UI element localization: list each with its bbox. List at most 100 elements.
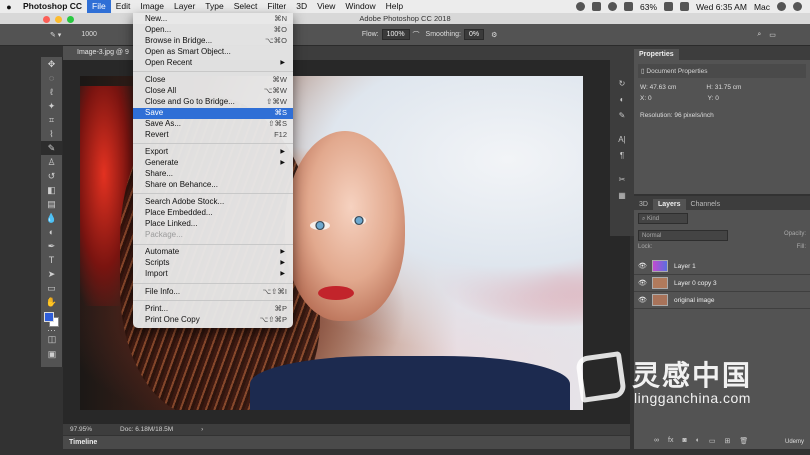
- menu-file[interactable]: File: [87, 0, 111, 13]
- menu-layer[interactable]: Layer: [169, 0, 200, 13]
- history-brush-tool-icon[interactable]: ↺: [41, 169, 62, 183]
- smoothing-input[interactable]: 0%: [463, 29, 485, 40]
- layer-row[interactable]: 👁 Layer 1: [634, 258, 810, 275]
- brush-size-value[interactable]: 1000: [81, 31, 97, 38]
- flow-input[interactable]: 100%: [381, 29, 410, 40]
- layer-style-icon[interactable]: fx: [668, 437, 673, 445]
- file-menu-item-export[interactable]: Export: [133, 147, 293, 158]
- file-menu-item-open[interactable]: Open... ⌘O: [133, 25, 293, 36]
- brush-settings-icon[interactable]: ✎: [610, 108, 634, 124]
- pen-tool-icon[interactable]: ✒: [41, 239, 62, 253]
- gradient-tool-icon[interactable]: ▤: [41, 197, 62, 211]
- file-menu-item-browse-in-bridge[interactable]: Browse in Bridge... ⌥⌘O: [133, 36, 293, 47]
- battery-percent[interactable]: 63%: [640, 2, 657, 12]
- zoom-window-icon[interactable]: [67, 16, 74, 23]
- layer-kind-filter[interactable]: ⌕ Kind: [638, 213, 688, 224]
- visibility-eye-icon[interactable]: 👁: [638, 262, 647, 270]
- workspace-icon[interactable]: ▭: [769, 31, 776, 39]
- foreground-color-swatch[interactable]: [44, 312, 54, 322]
- minimize-window-icon[interactable]: [55, 16, 62, 23]
- screen-mode-icon[interactable]: ▣: [41, 347, 63, 361]
- width-field[interactable]: W: 47.63 cm: [640, 84, 676, 91]
- quick-mask-icon[interactable]: ◫: [41, 332, 63, 346]
- y-field[interactable]: Y: 0: [708, 95, 719, 102]
- visibility-eye-icon[interactable]: 👁: [638, 296, 647, 304]
- search-icon[interactable]: ⌕: [757, 31, 761, 39]
- paragraph-panel-icon[interactable]: ¶: [610, 148, 634, 164]
- document-tab[interactable]: Image-3.jpg @ 9: [63, 46, 135, 60]
- apple-icon[interactable]: ●: [0, 2, 18, 12]
- zoom-level[interactable]: 97.95%: [70, 426, 92, 433]
- file-menu-item-revert[interactable]: Revert F12: [133, 130, 293, 141]
- link-layers-icon[interactable]: ∞: [654, 437, 659, 445]
- screen-record-icon[interactable]: [592, 2, 602, 11]
- settings-gear-icon[interactable]: ⚙: [491, 31, 497, 39]
- file-menu-item-place-embedded[interactable]: Place Embedded...: [133, 208, 293, 219]
- path-select-tool-icon[interactable]: ➤: [41, 267, 62, 281]
- info-panel-icon[interactable]: ▦: [610, 188, 634, 204]
- battery-icon[interactable]: [664, 2, 674, 11]
- new-layer-icon[interactable]: ⊞: [725, 437, 731, 445]
- doc-size[interactable]: Doc: 6.18M/18.5M: [120, 426, 173, 433]
- file-menu-item-place-linked[interactable]: Place Linked...: [133, 219, 293, 230]
- brush-tool-icon[interactable]: ✎ ▾: [50, 31, 61, 39]
- file-menu-item-close-all[interactable]: Close All ⌥⌘W: [133, 86, 293, 97]
- adjustment-layer-icon[interactable]: ◐: [696, 437, 700, 445]
- move-tool-icon[interactable]: ✥: [41, 57, 62, 71]
- tab-layers[interactable]: Layers: [652, 199, 686, 210]
- menu-window[interactable]: Window: [340, 0, 380, 13]
- brush-tool-icon[interactable]: ✎: [41, 141, 62, 155]
- shape-tool-icon[interactable]: ▭: [41, 281, 62, 295]
- hand-tool-icon[interactable]: ✋: [41, 295, 62, 309]
- crop-tool-icon[interactable]: ⌗: [41, 113, 62, 127]
- group-icon[interactable]: ▭: [709, 437, 716, 445]
- wifi-icon[interactable]: [608, 2, 618, 11]
- file-menu-item-scripts[interactable]: Scripts: [133, 258, 293, 269]
- volume-icon[interactable]: [624, 2, 634, 11]
- file-menu-item-share[interactable]: Share...: [133, 169, 293, 180]
- layer-row[interactable]: 👁 original image: [634, 292, 810, 309]
- tab-3d[interactable]: 3D: [634, 199, 653, 210]
- close-window-icon[interactable]: [43, 16, 50, 23]
- file-menu-item-close[interactable]: Close ⌘W: [133, 75, 293, 86]
- menu-user[interactable]: Mac: [754, 2, 770, 12]
- tools-options-icon[interactable]: ✂: [610, 172, 634, 188]
- x-field[interactable]: X: 0: [640, 95, 652, 102]
- notification-center-icon[interactable]: [793, 2, 802, 11]
- history-panel-icon[interactable]: ↻: [610, 76, 634, 92]
- marquee-tool-icon[interactable]: ◌: [41, 71, 62, 85]
- file-menu-item-open-recent[interactable]: Open Recent: [133, 58, 293, 69]
- eraser-tool-icon[interactable]: ◧: [41, 183, 62, 197]
- menu-3d[interactable]: 3D: [291, 0, 312, 13]
- menu-select[interactable]: Select: [229, 0, 263, 13]
- file-menu-item-share-on-behance[interactable]: Share on Behance...: [133, 180, 293, 191]
- file-menu-item-save-as[interactable]: Save As... ⇧⌘S: [133, 119, 293, 130]
- menu-view[interactable]: View: [312, 0, 340, 13]
- file-menu-item-new[interactable]: New... ⌘N: [133, 14, 293, 25]
- dodge-tool-icon[interactable]: ◐: [41, 225, 62, 239]
- file-menu-item-search-adobe-stock[interactable]: Search Adobe Stock...: [133, 197, 293, 208]
- menu-clock[interactable]: Wed 6:35 AM: [696, 2, 747, 12]
- file-menu-item-import[interactable]: Import: [133, 269, 293, 280]
- lasso-tool-icon[interactable]: ℓ: [41, 85, 62, 99]
- file-menu-item-file-info[interactable]: File Info... ⌥⇧⌘I: [133, 287, 293, 298]
- menu-type[interactable]: Type: [200, 0, 228, 13]
- height-field[interactable]: H: 31.75 cm: [706, 84, 741, 91]
- timeline-panel-header[interactable]: Timeline: [63, 436, 630, 449]
- spotlight-icon[interactable]: [777, 2, 786, 11]
- tab-properties[interactable]: Properties: [634, 49, 679, 60]
- file-menu-item-print[interactable]: Print... ⌘P: [133, 304, 293, 315]
- menu-help[interactable]: Help: [381, 0, 408, 13]
- menu-app-name[interactable]: Photoshop CC: [18, 0, 87, 13]
- blend-mode-select[interactable]: Normal: [638, 230, 728, 241]
- add-mask-icon[interactable]: ◙: [682, 437, 686, 445]
- delete-layer-icon[interactable]: 🗑: [739, 437, 748, 445]
- layer-row[interactable]: 👁 Layer 0 copy 3: [634, 275, 810, 292]
- visibility-eye-icon[interactable]: 👁: [638, 279, 647, 287]
- status-chevron-icon[interactable]: ›: [201, 426, 203, 433]
- creative-cloud-icon[interactable]: [576, 2, 586, 11]
- menu-image[interactable]: Image: [135, 0, 169, 13]
- file-menu-item-generate[interactable]: Generate: [133, 158, 293, 169]
- stamp-tool-icon[interactable]: ♙: [41, 155, 62, 169]
- adjustments-panel-icon[interactable]: ◐: [610, 92, 634, 108]
